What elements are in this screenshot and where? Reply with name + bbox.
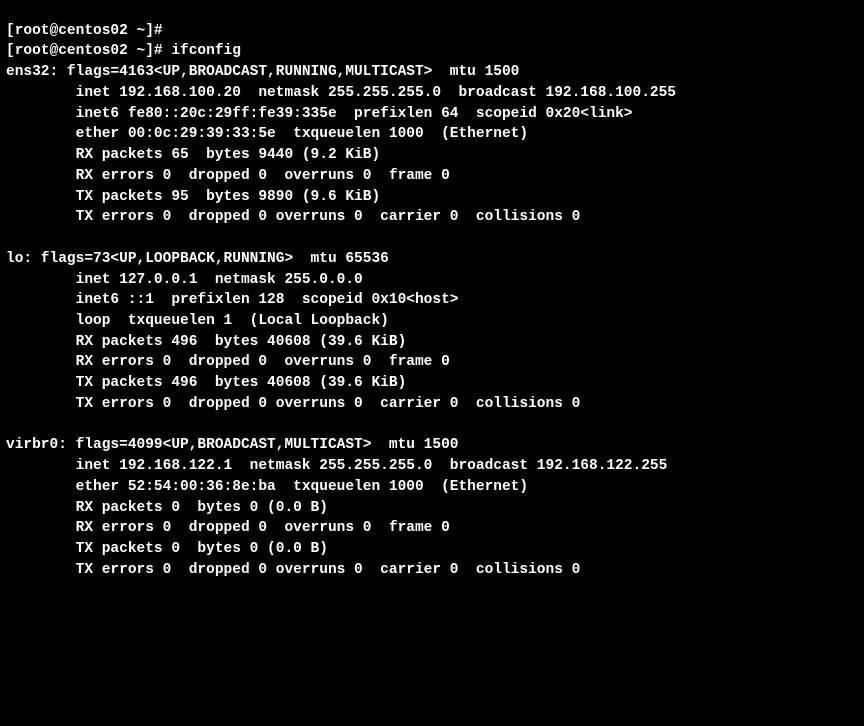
line-4: inet6 fe80::20c:29ff:fe39:335e prefixlen… xyxy=(6,106,633,122)
line-22: ether 52:54:00:36:8e:ba txqueuelen 1000 … xyxy=(6,479,528,495)
line-24: RX errors 0 dropped 0 overruns 0 frame 0 xyxy=(6,520,450,536)
line-2: ens32: flags=4163<UP,BROADCAST,RUNNING,M… xyxy=(6,64,519,80)
line-16: RX errors 0 dropped 0 overruns 0 frame 0 xyxy=(6,354,450,370)
line-23: RX packets 0 bytes 0 (0.0 B) xyxy=(6,500,328,516)
line-5: ether 00:0c:29:39:33:5e txqueuelen 1000 … xyxy=(6,126,528,142)
line-25: TX packets 0 bytes 0 (0.0 B) xyxy=(6,541,328,557)
line-0: [root@centos02 ~]# xyxy=(6,23,163,39)
line-14: loop txqueuelen 1 (Local Loopback) xyxy=(6,313,389,329)
line-7: RX errors 0 dropped 0 overruns 0 frame 0 xyxy=(6,168,450,184)
line-13: inet6 ::1 prefixlen 128 scopeid 0x10<hos… xyxy=(6,292,458,308)
line-21: inet 192.168.122.1 netmask 255.255.255.0… xyxy=(6,458,667,474)
line-6: RX packets 65 bytes 9440 (9.2 KiB) xyxy=(6,147,380,163)
line-3: inet 192.168.100.20 netmask 255.255.255.… xyxy=(6,85,676,101)
line-8: TX packets 95 bytes 9890 (9.6 KiB) xyxy=(6,189,380,205)
line-12: inet 127.0.0.1 netmask 255.0.0.0 xyxy=(6,272,363,288)
line-9: TX errors 0 dropped 0 overruns 0 carrier… xyxy=(6,209,580,225)
line-15: RX packets 496 bytes 40608 (39.6 KiB) xyxy=(6,334,406,350)
line-20: virbr0: flags=4099<UP,BROADCAST,MULTICAS… xyxy=(6,437,458,453)
line-11: lo: flags=73<UP,LOOPBACK,RUNNING> mtu 65… xyxy=(6,251,389,267)
line-18: TX errors 0 dropped 0 overruns 0 carrier… xyxy=(6,396,580,412)
terminal-output: [root@centos02 ~]# [root@centos02 ~]# if… xyxy=(0,21,864,581)
line-26: TX errors 0 dropped 0 overruns 0 carrier… xyxy=(6,562,580,578)
line-17: TX packets 496 bytes 40608 (39.6 KiB) xyxy=(6,375,406,391)
prompt-line[interactable]: [root@centos02 ~]# ifconfig xyxy=(6,43,241,59)
